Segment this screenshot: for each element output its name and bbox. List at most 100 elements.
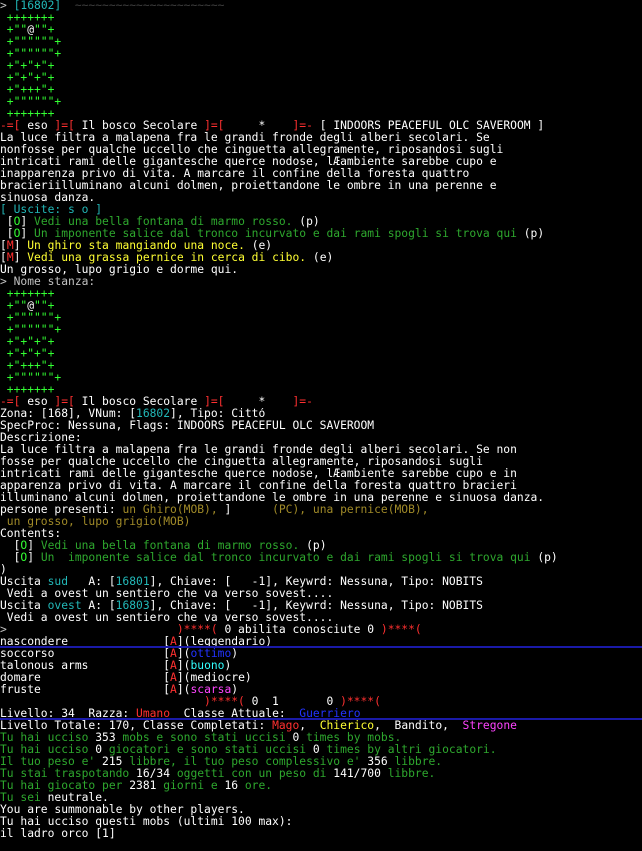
terminal-line: +"+++"+: [0, 360, 642, 372]
terminal-text-segment: +""""""+: [0, 48, 62, 60]
terminal-text-segment: ], Chiave: [ -1], Keywrd: Nessuna, Tipo:…: [149, 576, 483, 588]
terminal-text-segment: ]=[: [47, 396, 82, 408]
terminal-text-segment: Tu hai ucciso questi mobs (ultimi 100 ma…: [0, 816, 293, 828]
terminal-text-segment: +"": [0, 300, 28, 312]
terminal-text-segment: 353: [95, 732, 116, 744]
terminal-text-segment: fruste [: [0, 684, 171, 696]
terminal-line: Descrizione:: [0, 432, 642, 444]
terminal-text-segment: ]: [224, 504, 239, 516]
terminal-text-segment: ](leggendario): [176, 636, 273, 648]
terminal-line: soccorso [A](ottimo): [0, 648, 642, 660]
terminal-text-segment: neutrale.: [47, 792, 109, 804]
terminal-text-segment: )****(: [176, 624, 225, 636]
terminal-line: il ladro orco [1]: [0, 828, 642, 840]
terminal-line: [O] Un imponente salice dal tronco incur…: [0, 552, 642, 564]
terminal-text-segment: [: [0, 540, 21, 552]
terminal-line: Vedi a ovest un sentiero che va verso so…: [0, 588, 642, 600]
terminal-text-segment: Vedi a ovest un sentiero che va verso so…: [0, 612, 334, 624]
terminal-text-segment: A: [170, 648, 177, 660]
terminal-text-segment: (e): [312, 252, 334, 264]
terminal-text-segment: +""""""+: [0, 36, 62, 48]
terminal-text-segment: ]=[: [47, 120, 82, 132]
terminal-text-segment: 16: [224, 780, 239, 792]
terminal-line: +""""""+: [0, 372, 642, 384]
terminal-text-segment: intricati rami delle gigantesche querce …: [0, 156, 497, 168]
terminal-line: Tu hai giocato per 2381 giorni e 16 ore.: [0, 780, 642, 792]
terminal-text-segment: ,: [299, 720, 320, 732]
terminal-text-segment: fosse per qualche uccello che cinguetta …: [0, 456, 483, 468]
terminal-line: -=[ eso ]=[ Il bosco Secolare ]=[ * ]=- …: [0, 120, 642, 132]
terminal-text-segment: intricati rami delle gigantesche querce …: [0, 468, 517, 480]
terminal-text-segment: talonous arms [: [0, 660, 171, 672]
terminal-text-segment: 0 1 0: [251, 696, 334, 708]
terminal-text-segment: )****(: [333, 696, 381, 708]
terminal-text-segment: Uscita: [0, 576, 48, 588]
terminal-text-segment: ): [231, 648, 239, 660]
terminal-text-segment: times by altri giocatori.: [319, 744, 497, 756]
terminal-text-segment: M: [6, 252, 14, 264]
terminal-text-segment: Il bosco Secolare: [81, 120, 198, 132]
terminal-line: +"+"+"+: [0, 348, 642, 360]
terminal-line: +"+++"+: [0, 84, 642, 96]
terminal-text-segment: ]: [27, 540, 41, 552]
terminal-text-segment: -=[: [0, 396, 28, 408]
terminal-text-segment: ]=-: [265, 396, 313, 408]
terminal-text-segment: M: [6, 240, 14, 252]
terminal-text-segment: il ladro orco [1]: [0, 828, 116, 840]
terminal-text-segment: 16/34: [136, 768, 171, 780]
terminal-text-segment: 0 abilita conosciute 0: [224, 624, 375, 636]
terminal-line: talonous arms [A](buono): [0, 660, 642, 672]
terminal-text-segment: un grosso, lupo grigio(MOB): [0, 516, 191, 528]
terminal-text-segment: Zona: [168], VNum: [: [0, 408, 137, 420]
terminal-text-segment: ](: [176, 648, 191, 660]
terminal-line: +""@""+: [0, 300, 642, 312]
terminal-text-segment: (p): [306, 540, 327, 552]
terminal-text-segment: (e): [251, 240, 273, 252]
terminal-text-segment: (PC), una pernice(MOB),: [238, 504, 429, 516]
terminal-line: Contents:: [0, 528, 642, 540]
terminal-text-segment: Tu hai ucciso: [0, 744, 96, 756]
terminal-text-segment: La luce filtra a malapena fra le grandi …: [0, 132, 490, 144]
terminal-line: [M] Vedi una grassa pernice in cerca di …: [0, 252, 642, 264]
terminal-text-segment: [ INDOORS PEACEFUL OLC SAVEROOM ]: [319, 120, 545, 132]
terminal-text-segment: +"+"+"+: [0, 60, 55, 72]
terminal-text-segment: Tu sei: [0, 792, 48, 804]
terminal-line: )****( 0 1 0 )****(: [0, 696, 642, 708]
terminal-text-segment: A: [: [68, 576, 116, 588]
terminal-text-segment: 0: [312, 744, 320, 756]
terminal-text-segment: Mago: [272, 720, 300, 732]
terminal-line: persone presenti: un Ghiro(MOB), ] (PC),…: [0, 504, 642, 516]
mud-terminal-output[interactable]: > [16802] ~~~~~~~~~~~~~~~~~~~~~~ +++++++…: [0, 0, 642, 851]
terminal-line: Livello: 34 Razza: Umano Classe Attuale:…: [0, 708, 642, 720]
terminal-text-segment: bracieriilluminano alcuni dolmen, proiet…: [0, 180, 497, 192]
terminal-line: Uscita sud A: [16801], Chiave: [ -1], Ke…: [0, 576, 642, 588]
terminal-text-segment: mobs e sono stati uccisi: [115, 732, 293, 744]
terminal-text-segment: Tu hai ucciso: [0, 732, 96, 744]
terminal-text-segment: Contents:: [0, 528, 62, 540]
terminal-line: +++++++: [0, 108, 642, 120]
terminal-line: Vedi a ovest un sentiero che va verso so…: [0, 612, 642, 624]
terminal-line: +""""""+: [0, 36, 642, 48]
terminal-text-segment: )****(: [374, 624, 422, 636]
terminal-text-segment: Umano: [136, 708, 171, 720]
terminal-text-segment: 16803: [115, 600, 150, 612]
terminal-text-segment: ]: [13, 240, 28, 252]
terminal-text-segment: libbre.: [387, 756, 443, 768]
terminal-text-segment: oggetti con un peso di: [170, 768, 334, 780]
terminal-line: Un grosso, lupo grigio e dorme qui.: [0, 264, 642, 276]
terminal-text-segment: +"+"+"+: [0, 348, 55, 360]
terminal-line: You are summonable by other players.: [0, 804, 642, 816]
terminal-text-segment: 215: [102, 756, 123, 768]
terminal-text-segment: Uscita: [0, 600, 48, 612]
terminal-text-segment: (p): [537, 552, 558, 564]
terminal-text-segment: Tu hai giocato per: [0, 780, 130, 792]
terminal-text-segment: ]=[: [197, 120, 259, 132]
terminal-text-segment: -=[: [0, 120, 28, 132]
terminal-text-segment: Tu stai traspotando: [0, 768, 137, 780]
terminal-line: Tu hai ucciso questi mobs (ultimi 100 ma…: [0, 816, 642, 828]
terminal-text-segment: ): [224, 660, 232, 672]
terminal-text-segment: , Bandito,: [374, 720, 463, 732]
terminal-line: apparenza privo di vita. A marcare il co…: [0, 480, 642, 492]
terminal-line: [O] Un imponente salice dal tronco incur…: [0, 228, 642, 240]
terminal-text-segment: )****(: [204, 696, 252, 708]
